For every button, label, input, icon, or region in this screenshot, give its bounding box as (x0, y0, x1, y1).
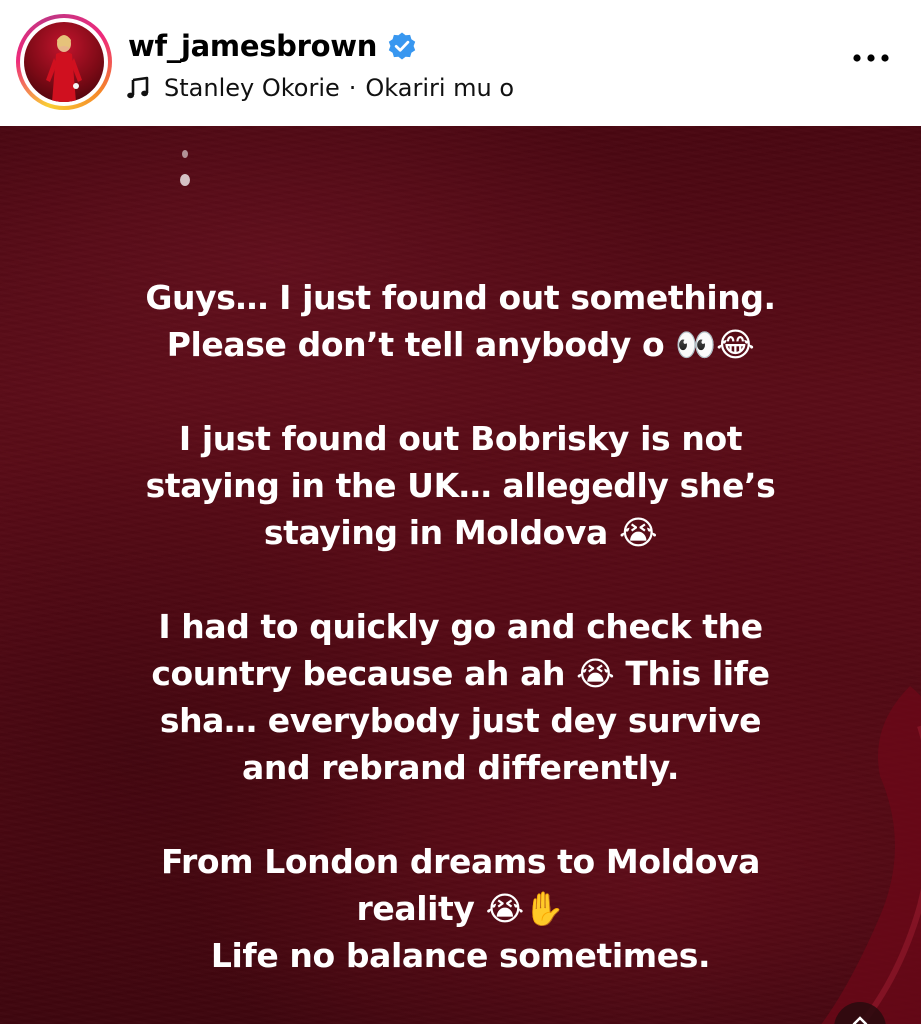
story-text: Guys… I just found out something. Please… (40, 274, 881, 979)
light-glint (180, 150, 190, 186)
story-avatar[interactable] (16, 14, 112, 110)
username-row: wf_jamesbrown (128, 24, 417, 68)
avatar-figure (46, 35, 82, 102)
username[interactable]: wf_jamesbrown (128, 29, 377, 63)
music-song: Okariri mu o (365, 74, 515, 102)
chevron-icon (852, 1016, 868, 1024)
collapse-button[interactable] (834, 1002, 886, 1024)
music-note-icon (127, 76, 149, 99)
story-paragraph-2: I just found out Bobrisky is not staying… (145, 419, 776, 552)
post-header: wf_jamesbrown Stanley Okorie · Okariri m… (0, 0, 921, 126)
music-attribution[interactable]: Stanley Okorie · Okariri mu o (126, 70, 514, 106)
story-paragraph-1: Guys… I just found out something. Please… (145, 278, 776, 364)
avatar (24, 22, 104, 102)
music-artist: Stanley Okorie (164, 74, 340, 102)
story-paragraph-4: From London dreams to Moldova reality 😭✋… (160, 842, 760, 975)
more-options-icon[interactable] (851, 46, 891, 70)
verified-badge-icon (388, 32, 416, 60)
story-media[interactable]: Guys… I just found out something. Please… (0, 126, 921, 1024)
story-paragraph-3: I had to quickly go and check the countr… (151, 607, 770, 787)
music-separator: · (348, 74, 357, 102)
